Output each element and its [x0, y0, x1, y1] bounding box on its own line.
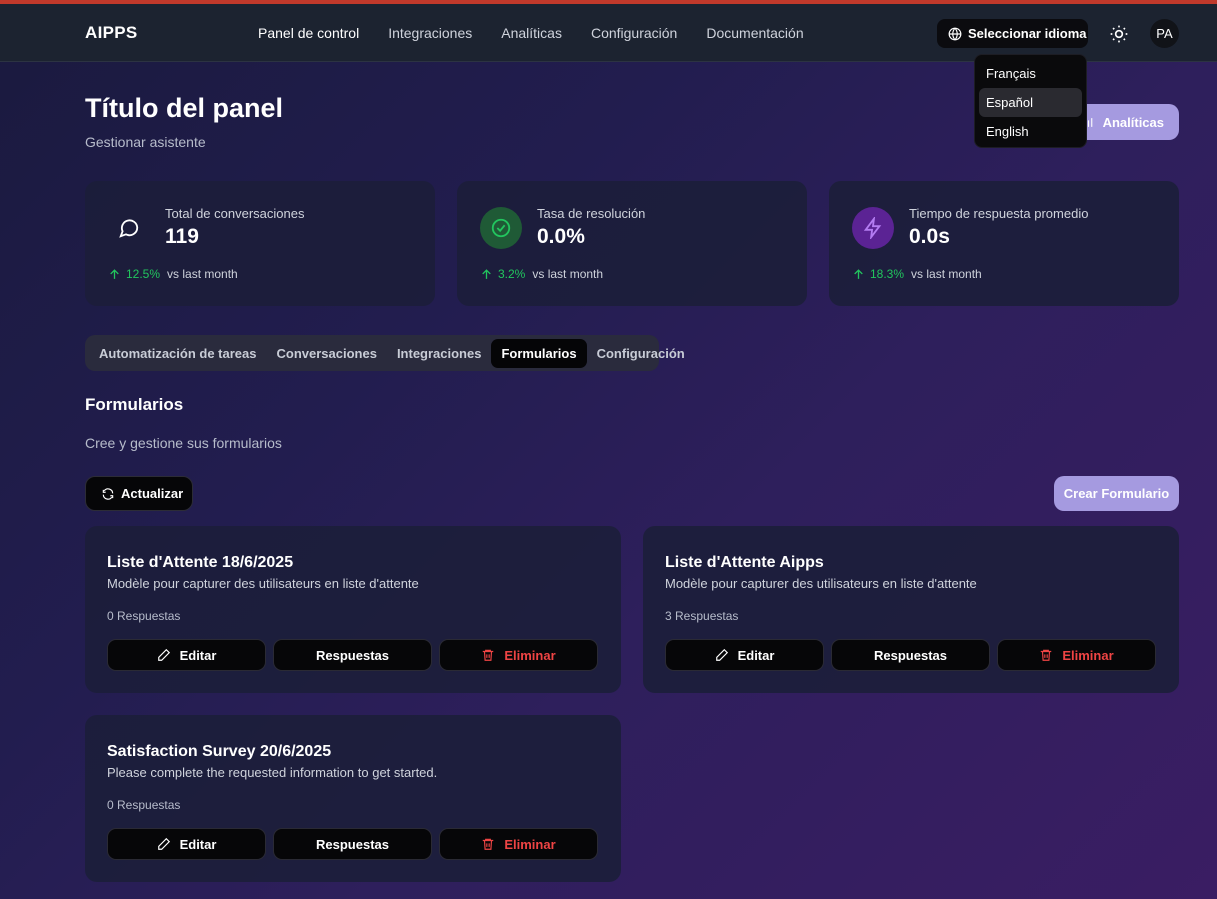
stat-value: 0.0s: [909, 225, 950, 248]
stat-trend-percent: 12.5%: [126, 267, 161, 281]
form-title: Satisfaction Survey 20/6/2025: [107, 743, 332, 760]
nav-panel-de-control[interactable]: Panel de control: [258, 25, 359, 41]
responses-button[interactable]: Respuestas: [273, 828, 432, 860]
form-card: Satisfaction Survey 20/6/2025 Please com…: [85, 715, 621, 882]
stat-card-resolution: Tasa de resolución 0.0% 3.2% vs last mon…: [457, 181, 807, 306]
section-title: Formularios: [85, 395, 184, 414]
pencil-icon: [157, 648, 170, 661]
app-logo[interactable]: AIPPS: [85, 23, 138, 43]
responses-button[interactable]: Respuestas: [831, 639, 990, 671]
form-description: Modèle pour capturer des utilisateurs en…: [107, 576, 419, 591]
stat-icon-wrap: [108, 207, 150, 249]
tab-formularios[interactable]: Formularios: [491, 338, 587, 368]
delete-button[interactable]: Eliminar: [997, 639, 1156, 671]
theme-toggle-sun-icon[interactable]: [1109, 24, 1129, 44]
pencil-icon: [715, 648, 728, 661]
tab-configuracion[interactable]: Configuración: [587, 339, 695, 368]
section-subtitle: Cree y gestione sus formularios: [85, 435, 282, 451]
page-subtitle: Gestionar asistente: [85, 134, 206, 150]
nav-documentacion[interactable]: Documentación: [706, 25, 803, 41]
stat-value: 119: [165, 225, 199, 248]
user-avatar[interactable]: PA: [1150, 19, 1179, 48]
edit-button[interactable]: Editar: [107, 639, 266, 671]
tab-integraciones[interactable]: Integraciones: [387, 339, 492, 368]
form-description: Modèle pour capturer des utilisateurs en…: [665, 576, 977, 591]
tab-conversaciones[interactable]: Conversaciones: [267, 339, 387, 368]
stat-trend-percent: 18.3%: [870, 267, 905, 281]
stat-card-conversations: Total de conversaciones 119 12.5% vs las…: [85, 181, 435, 306]
nav-configuracion[interactable]: Configuración: [591, 25, 677, 41]
stat-trend-text: vs last month: [167, 267, 238, 281]
refresh-icon: [102, 487, 114, 500]
delete-button[interactable]: Eliminar: [439, 828, 598, 860]
stat-trend: 12.5% vs last month: [108, 267, 238, 281]
nav-integraciones[interactable]: Integraciones: [388, 25, 472, 41]
chat-icon: [119, 219, 139, 238]
trash-icon: [1041, 649, 1052, 661]
form-title: Liste d'Attente Aipps: [665, 554, 824, 571]
create-form-button[interactable]: Crear Formulario: [1054, 476, 1179, 511]
delete-button-label: Eliminar: [504, 836, 556, 852]
form-title: Liste d'Attente 18/6/2025: [107, 554, 294, 571]
form-response-count: 0 Respuestas: [107, 609, 181, 623]
refresh-button[interactable]: Actualizar: [85, 476, 193, 511]
edit-button[interactable]: Editar: [665, 639, 824, 671]
nav-analiticas[interactable]: Analíticas: [501, 25, 562, 41]
stat-trend-text: vs last month: [532, 267, 604, 281]
stat-label: Total de conversaciones: [165, 206, 305, 221]
stat-icon-wrap: [480, 207, 522, 249]
responses-button[interactable]: Respuestas: [273, 639, 432, 671]
lightning-icon: [863, 217, 882, 239]
language-option-francais[interactable]: Français: [979, 59, 1082, 88]
form-card: Liste d'Attente Aipps Modèle pour captur…: [643, 526, 1179, 693]
language-select-button[interactable]: Seleccionar idioma: [937, 19, 1088, 48]
tab-automatizacion[interactable]: Automatización de tareas: [89, 339, 267, 368]
trash-icon: [483, 649, 494, 661]
delete-button-label: Eliminar: [1062, 647, 1114, 663]
stat-trend: 18.3% vs last month: [852, 267, 982, 281]
stat-trend: 3.2% vs last month: [480, 267, 603, 281]
language-option-english[interactable]: English: [979, 117, 1082, 146]
delete-button-label: Eliminar: [504, 647, 556, 663]
form-response-count: 3 Respuestas: [665, 609, 739, 623]
delete-button[interactable]: Eliminar: [439, 639, 598, 671]
language-option-espanol[interactable]: Español: [979, 88, 1082, 117]
analytics-button-label: Analíticas: [1102, 114, 1164, 130]
stat-label: Tiempo de respuesta promedio: [909, 206, 1089, 221]
language-select-label: Seleccionar idioma: [968, 26, 1087, 41]
stat-trend-text: vs last month: [911, 267, 982, 281]
stat-icon-wrap: [852, 207, 894, 249]
trash-icon: [483, 838, 494, 850]
stat-value: 0.0%: [537, 225, 585, 248]
language-dropdown: Français Español English: [974, 54, 1087, 148]
form-response-count: 0 Respuestas: [107, 798, 181, 812]
edit-button-label: Editar: [179, 836, 217, 852]
page-title: Título del panel: [85, 93, 284, 123]
stat-label: Tasa de resolución: [537, 206, 646, 221]
edit-button-label: Editar: [737, 647, 775, 663]
arrow-up-icon: [482, 268, 491, 279]
check-circle-icon: [491, 218, 511, 238]
arrow-up-icon: [854, 268, 863, 279]
globe-icon: [948, 27, 962, 40]
stat-trend-percent: 3.2%: [498, 267, 526, 281]
form-description: Please complete the requested informatio…: [107, 765, 438, 780]
refresh-button-label: Actualizar: [121, 486, 184, 501]
arrow-up-icon: [110, 268, 119, 279]
main-nav: Panel de control Integraciones Analítica…: [258, 25, 833, 41]
section-tabs: Automatización de tareas Conversaciones …: [85, 335, 685, 371]
edit-button-label: Editar: [179, 647, 217, 663]
edit-button[interactable]: Editar: [107, 828, 266, 860]
form-card: Liste d'Attente 18/6/2025 Modèle pour ca…: [85, 526, 621, 693]
stat-card-response-time: Tiempo de respuesta promedio 0.0s 18.3% …: [829, 181, 1179, 306]
pencil-icon: [157, 837, 170, 850]
